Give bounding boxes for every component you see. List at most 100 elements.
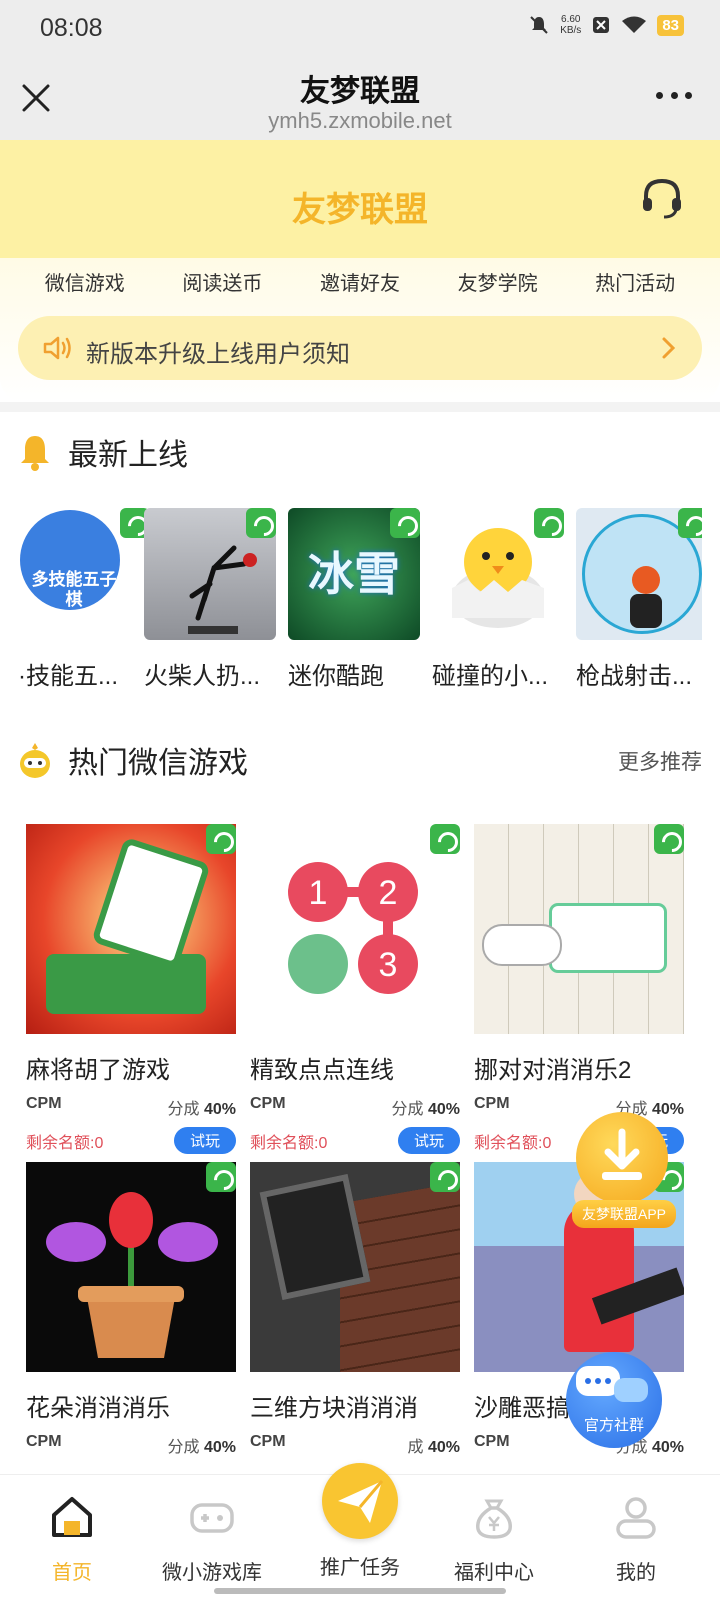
game-thumbnail	[250, 1162, 460, 1372]
cpm-label: CPM	[250, 1095, 286, 1112]
try-button[interactable]: 试玩	[173, 1127, 236, 1154]
game-name: 精致点点连线	[250, 1057, 394, 1084]
game-name: 麻将胡了游戏	[26, 1057, 170, 1084]
game-thumbnail: 冰雪	[288, 508, 420, 640]
more-recommend-link[interactable]: 更多推荐	[618, 746, 702, 776]
battery-indicator: 83	[657, 14, 684, 36]
tab-label: 我的	[616, 1562, 656, 1584]
tab-label: 首页	[52, 1562, 92, 1584]
app-header: 友梦联盟	[0, 140, 720, 258]
gamepad-icon	[190, 1503, 234, 1533]
dot-icon	[656, 92, 663, 99]
notice-banner[interactable]: 新版本升级上线用户须知	[18, 316, 702, 380]
mini-program-icon	[654, 824, 684, 854]
mini-program-icon	[206, 1162, 236, 1192]
game-name: 枪战射击...	[576, 663, 693, 690]
headset-icon[interactable]	[640, 176, 684, 220]
list-item[interactable]: 枪战射击...	[576, 508, 702, 691]
tab-promotion[interactable]: 推广任务	[290, 1463, 430, 1580]
tab-welfare[interactable]: 福利中心	[424, 1493, 564, 1585]
try-button[interactable]: 试玩	[397, 1127, 460, 1154]
page-title: 友梦联盟	[300, 75, 420, 108]
game-name: ·技能五...	[18, 663, 118, 690]
nav-invite-friends[interactable]: 邀请好友	[320, 267, 400, 296]
game-card[interactable]: 三维方块消消消 CPM 成 40%	[250, 1162, 460, 1457]
download-app-button[interactable]: 友梦联盟APP	[572, 1104, 676, 1234]
share-rate: 分成 40%	[167, 1439, 237, 1456]
quota-left: 剩余名额:0	[26, 1134, 104, 1152]
cpm-label: CPM	[26, 1433, 62, 1450]
list-item[interactable]: 火柴人扔...	[144, 508, 276, 691]
tab-profile[interactable]: 我的	[566, 1493, 706, 1585]
mini-program-icon	[246, 508, 276, 538]
game-thumbnail	[474, 824, 684, 1034]
game-meta: CPM 成 40%	[250, 1433, 460, 1457]
svg-text:1: 1	[309, 874, 328, 912]
bottom-tab-bar: 首页 微小游戏库 推广任务 福利中心 我的	[0, 1463, 720, 1600]
game-card[interactable]: 麻将胡了游戏 CPM 分成 40% 剩余名额:0 试玩	[26, 824, 236, 1154]
mascot-icon	[20, 743, 50, 778]
brand-title: 友梦联盟	[292, 191, 428, 229]
game-meta: CPM 分成 40%	[250, 1095, 460, 1119]
quota-left: 剩余名额:0	[250, 1134, 328, 1152]
chat-bubble-icon	[576, 1366, 648, 1402]
mini-program-icon	[390, 508, 420, 538]
status-icons: 6.60 KB/s 83	[528, 14, 684, 36]
share-rate: 分成 40%	[391, 1101, 461, 1118]
mini-program-icon	[678, 508, 702, 538]
tab-home[interactable]: 首页	[2, 1493, 142, 1585]
newest-title: 最新上线	[68, 439, 188, 472]
dot-icon	[670, 92, 678, 99]
game-meta: CPM 分成 40%	[26, 1433, 236, 1457]
newest-section-header: 最新上线	[18, 430, 188, 474]
hot-title: 热门微信游戏	[68, 747, 248, 780]
home-icon	[52, 1497, 92, 1537]
tab-label: 福利中心	[454, 1562, 534, 1584]
nav-read-coins[interactable]: 阅读送币	[182, 267, 262, 296]
game-meta: CPM 分成 40%	[474, 1433, 684, 1457]
mini-program-icon	[206, 824, 236, 854]
bell-icon	[21, 436, 49, 471]
list-item[interactable]: 碰撞的小...	[432, 508, 564, 691]
game-name: 花朵消消消乐	[26, 1395, 170, 1422]
download-app-label: 友梦联盟APP	[572, 1200, 676, 1228]
more-options-button[interactable]	[656, 92, 692, 104]
mute-bell-icon	[530, 16, 548, 34]
top-nav: 微信游戏 阅读送币 邀请好友 友梦学院 热门活动	[0, 258, 720, 304]
section-divider	[0, 402, 720, 412]
game-thumbnail	[576, 508, 702, 640]
mini-program-icon	[430, 824, 460, 854]
status-time: 08:08	[40, 14, 103, 42]
tab-label: 推广任务	[320, 1557, 400, 1579]
notice-text: 新版本升级上线用户须知	[86, 341, 350, 368]
title-bar: 友梦联盟 ymh5.zxmobile.net	[0, 56, 720, 140]
quota-left: 剩余名额:0	[474, 1134, 552, 1152]
paper-plane-icon	[322, 1463, 398, 1539]
money-bag-icon	[476, 1499, 512, 1539]
list-item[interactable]: 多技能五子棋 ·技能五...	[18, 508, 150, 691]
list-item[interactable]: 冰雪 迷你酷跑	[288, 508, 420, 691]
svg-text:2: 2	[379, 874, 398, 912]
game-card[interactable]: 1 2 3 精致点点连线 CPM 分成 40% 剩余名额:0 试玩	[250, 824, 460, 1154]
tab-game-library[interactable]: 微小游戏库	[142, 1493, 282, 1585]
game-actions: 剩余名额:0 试玩	[26, 1127, 236, 1154]
status-bar: 08:08 6.60 KB/s 83	[0, 0, 720, 56]
game-thumbnail	[26, 1162, 236, 1372]
tab-label: 微小游戏库	[162, 1562, 262, 1584]
game-name: 迷你酷跑	[288, 663, 384, 690]
cpm-label: CPM	[474, 1433, 510, 1450]
nav-hot-events[interactable]: 热门活动	[595, 267, 675, 296]
page-url: ymh5.zxmobile.net	[268, 108, 452, 133]
home-indicator	[214, 1588, 506, 1594]
mini-program-icon	[534, 508, 564, 538]
community-button[interactable]: 官方社群	[566, 1352, 662, 1448]
game-thumbnail: 多技能五子棋	[18, 508, 150, 640]
game-name: 碰撞的小...	[432, 663, 549, 690]
nav-wechat-games[interactable]: 微信游戏	[45, 267, 125, 296]
nav-academy[interactable]: 友梦学院	[458, 267, 538, 296]
user-icon	[616, 1497, 656, 1539]
share-rate: 成 40%	[407, 1439, 461, 1456]
game-name: 挪对对消消乐2	[474, 1057, 632, 1084]
hot-section-header: 热门微信游戏	[18, 738, 248, 782]
game-card[interactable]: 花朵消消消乐 CPM 分成 40%	[26, 1162, 236, 1457]
